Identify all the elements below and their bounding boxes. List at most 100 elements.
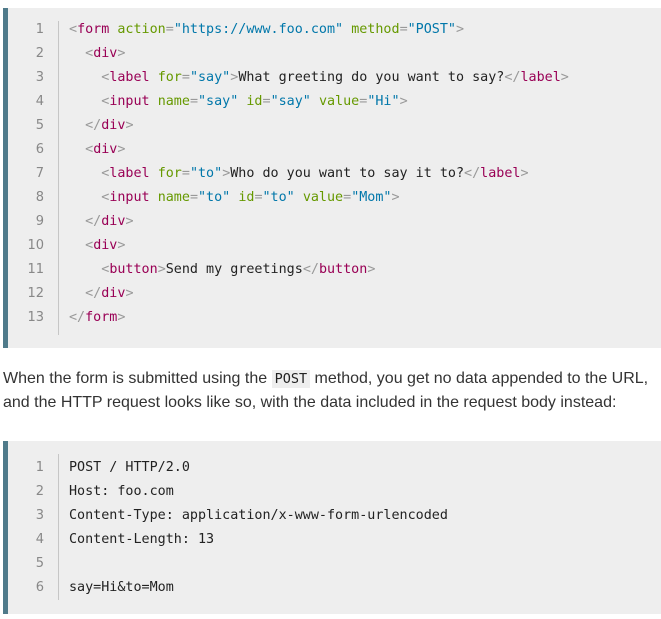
http-request-lines: 1 POST / HTTP/2.0 2 Host: foo.com 3 Content-T… [8, 441, 661, 614]
code-token: label [109, 166, 150, 181]
code-text: <label for="say">What greeting do you wa… [69, 66, 569, 90]
code-token: div [93, 142, 118, 157]
explanation-paragraph: When the form is submitted using the POS… [3, 367, 658, 415]
code-token: = [343, 190, 352, 205]
code-line: 4 Content-Length: 13 [8, 528, 661, 552]
code-token: = [181, 70, 190, 85]
code-token: > [391, 190, 400, 205]
code-line: 12 </div> [8, 282, 661, 306]
code-token: div [93, 238, 118, 253]
line-number: 3 [35, 70, 44, 85]
code-text: </div> [69, 210, 134, 234]
code-text: <input name="say" id="say" value="Hi"> [69, 90, 407, 114]
line-number: 7 [35, 166, 44, 181]
code-text: </form> [69, 306, 125, 330]
code-token: form [77, 22, 110, 37]
code-token: = [189, 190, 198, 205]
code-line: 8 <input name="to" id="to" value="Mom"> [8, 186, 661, 210]
line-number: 1 [35, 460, 44, 475]
code-token: > [157, 262, 166, 277]
code-token: < [85, 238, 94, 253]
code-token: button [109, 262, 158, 277]
code-token: = [165, 22, 174, 37]
code-token: label [109, 70, 150, 85]
code-token: Send my greetings [165, 262, 303, 277]
line-number: 5 [35, 118, 44, 133]
code-text: say=Hi&to=Mom [69, 580, 174, 595]
code-token: "Hi" [367, 94, 400, 109]
code-token: = [399, 22, 408, 37]
code-line: 1 POST / HTTP/2.0 [8, 456, 661, 480]
code-text: Content-Type: application/x-www-form-url… [69, 508, 448, 523]
code-token: "say" [189, 70, 231, 85]
code-token: label [520, 70, 561, 85]
code-token: </ [504, 70, 521, 85]
line-number: 11 [27, 262, 44, 277]
code-text: <label for="to">Who do you want to say i… [69, 162, 529, 186]
code-text: </div> [69, 114, 134, 138]
code-token: "POST" [407, 22, 456, 37]
code-text: Host: foo.com [69, 484, 174, 499]
code-token: </ [302, 262, 319, 277]
code-token: What greeting do you want to say? [238, 70, 505, 85]
code-text: Content-Length: 13 [69, 532, 215, 547]
code-line: 6 say=Hi&to=Mom [8, 576, 661, 600]
code-text: <button>Send my greetings</button> [69, 258, 375, 282]
code-token: > [117, 142, 126, 157]
code-token: > [125, 214, 134, 229]
code-token: > [560, 70, 569, 85]
line-number: 2 [35, 46, 44, 61]
html-code-block: 1 <form action="https://www.foo.com" meth… [3, 8, 661, 348]
code-text: <input name="to" id="to" value="Mom"> [69, 186, 400, 210]
code-token: "https://www.foo.com" [173, 22, 344, 37]
code-text: <div> [69, 138, 125, 162]
code-token: > [125, 118, 134, 133]
line-number: 8 [35, 190, 44, 205]
code-token: action [117, 22, 166, 37]
code-token: id [246, 94, 263, 109]
line-number: 10 [27, 238, 44, 253]
code-line: 2 Host: foo.com [8, 480, 661, 504]
line-number: 13 [27, 310, 44, 325]
line-number: 5 [35, 556, 44, 571]
paragraph-text-before: When the form is submitted using the [3, 370, 272, 387]
code-token: "to" [198, 190, 231, 205]
code-token: < [85, 142, 94, 157]
code-line: 7 <label for="to">Who do you want to say… [8, 162, 661, 186]
code-token: name [157, 94, 190, 109]
code-token: </ [85, 118, 102, 133]
code-line: 10 <div> [8, 234, 661, 258]
code-token: for [157, 70, 182, 85]
code-line: 2 <div> [8, 42, 661, 66]
code-text: </div> [69, 282, 134, 306]
code-token: method [351, 22, 400, 37]
code-token: > [125, 286, 134, 301]
code-line: 5 [8, 552, 661, 576]
code-token: > [520, 166, 529, 181]
line-number: 4 [35, 532, 44, 547]
code-token: </ [69, 310, 86, 325]
code-token: > [456, 22, 465, 37]
code-line: 6 <div> [8, 138, 661, 162]
code-text: <form action="https://www.foo.com" metho… [69, 18, 464, 42]
line-number: 12 [27, 286, 44, 301]
code-token: Who do you want to say it to? [230, 166, 465, 181]
line-number: 9 [35, 214, 44, 229]
code-token: = [181, 166, 190, 181]
inline-code-post: POST [271, 370, 311, 388]
code-line: 3 <label for="say">What greeting do you … [8, 66, 661, 90]
code-token: div [93, 46, 118, 61]
